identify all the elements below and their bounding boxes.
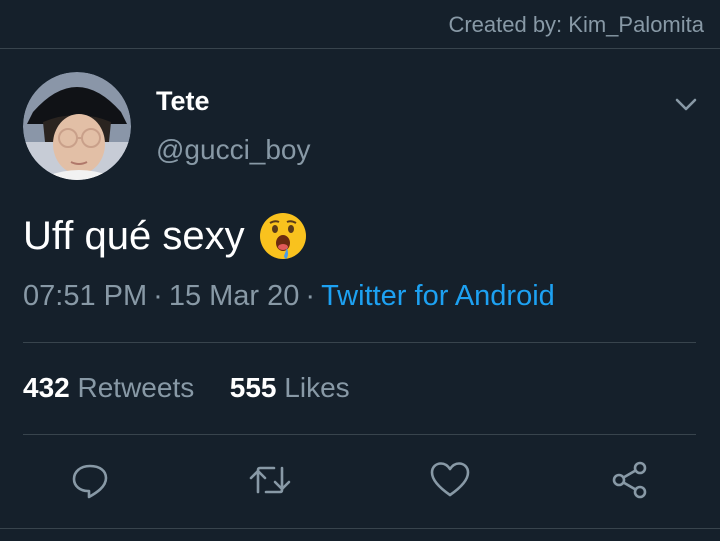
like-icon — [430, 462, 470, 497]
tweet-text: Uff qué sexy — [23, 212, 307, 260]
drooling-face-icon — [259, 212, 307, 260]
separator-dot: · — [153, 280, 163, 312]
retweets-label: Retweets — [77, 372, 195, 403]
tweet-body: Uff qué sexy — [23, 213, 245, 258]
likes-label: Likes — [284, 372, 350, 403]
separator-dot: · — [305, 280, 316, 312]
reply-icon — [72, 464, 108, 499]
retweet-button[interactable] — [246, 456, 294, 504]
tweet-metadata: 07:51 PM · 15 Mar 20 · Twitter for Android — [23, 280, 555, 313]
chevron-down-icon[interactable] — [672, 90, 700, 118]
retweet-icon — [249, 466, 291, 494]
engagement-stats: 432 Retweets 555 Likes — [23, 372, 350, 404]
likes-count: 555 — [229, 372, 277, 403]
avatar-image — [23, 72, 131, 180]
tweet-source-link[interactable]: Twitter for Android — [321, 280, 555, 312]
tweet-time: 07:51 PM — [23, 280, 148, 312]
bottom-divider — [0, 528, 720, 529]
creator-credit: Created by: Kim_Palomita — [448, 12, 704, 37]
retweets-stat[interactable]: 432 Retweets — [23, 372, 194, 403]
header-divider — [0, 48, 720, 49]
display-name[interactable]: Tete — [156, 86, 210, 117]
share-button[interactable] — [606, 456, 654, 504]
username-handle[interactable]: @gucci_boy — [156, 134, 311, 166]
like-button[interactable] — [426, 456, 474, 504]
reply-button[interactable] — [66, 456, 114, 504]
tweet-date: 15 Mar 20 — [168, 280, 300, 312]
retweets-count: 432 — [23, 372, 70, 403]
share-icon — [612, 461, 647, 499]
actions-top-divider — [23, 434, 696, 435]
avatar[interactable] — [23, 72, 131, 180]
stats-top-divider — [23, 342, 696, 343]
likes-stat[interactable]: 555 Likes — [230, 372, 350, 403]
